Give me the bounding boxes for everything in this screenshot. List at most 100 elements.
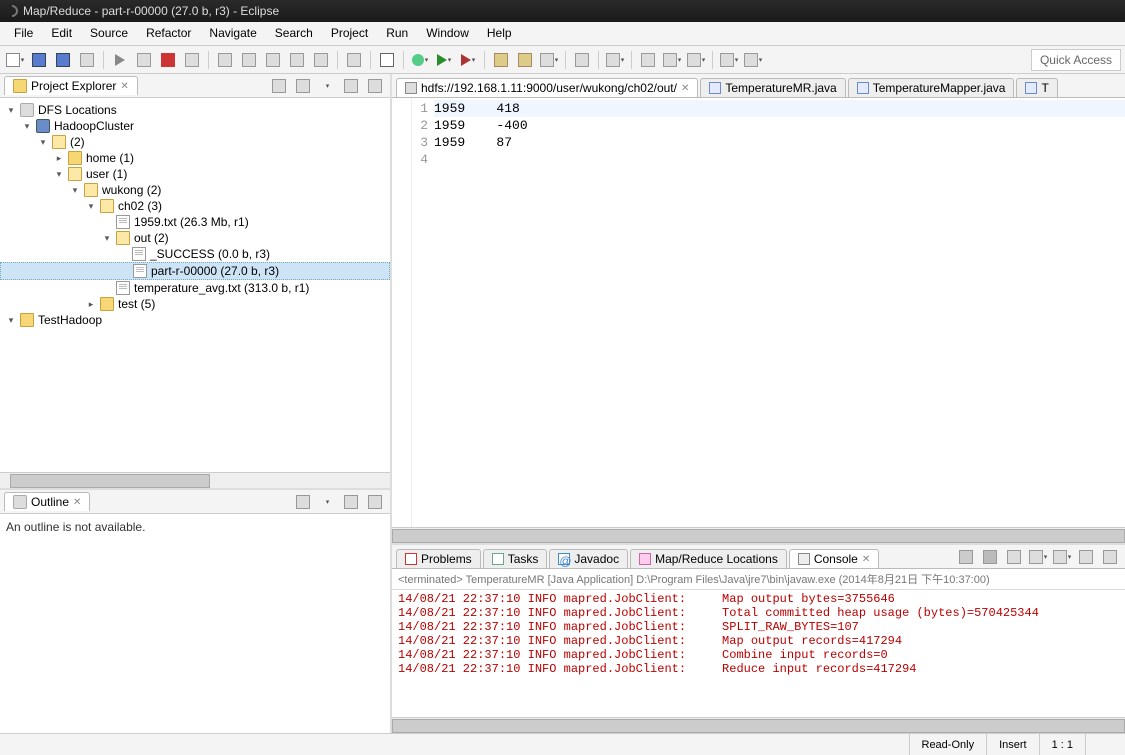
close-icon[interactable]: ✕	[862, 554, 870, 565]
project-explorer-hscroll[interactable]	[0, 472, 390, 488]
tree-node-tempavg[interactable]: temperature_avg.txt (313.0 b, r1)	[0, 280, 390, 296]
outline-menu-button[interactable]	[292, 491, 314, 513]
editor-hscroll[interactable]	[392, 527, 1125, 543]
search-button[interactable]: ▾	[604, 49, 626, 71]
minimize-view-button[interactable]	[340, 75, 362, 97]
console-open-button[interactable]: ▾	[1051, 546, 1073, 568]
step-filter-button[interactable]	[310, 49, 332, 71]
print-button[interactable]	[76, 49, 98, 71]
console-maximize-button[interactable]	[1099, 546, 1121, 568]
terminate-button[interactable]	[157, 49, 179, 71]
tree-node-home[interactable]: home (1)	[0, 150, 390, 166]
tab-tasks[interactable]: Tasks	[483, 549, 548, 568]
link-editor-button[interactable]	[292, 75, 314, 97]
close-icon[interactable]: ✕	[73, 497, 81, 508]
editor-tab-temperaturemr[interactable]: TemperatureMR.java	[700, 78, 845, 97]
console-minimize-button[interactable]	[1075, 546, 1097, 568]
console-pin-button[interactable]	[1003, 546, 1025, 568]
open-task-button[interactable]	[376, 49, 398, 71]
run-button[interactable]: ▾	[433, 49, 455, 71]
annotation-nav-button[interactable]: ▾	[661, 49, 683, 71]
step-over-button[interactable]	[238, 49, 260, 71]
console-display-button[interactable]: ▾	[1027, 546, 1049, 568]
toggle-mark-button[interactable]	[637, 49, 659, 71]
editor-tab-label: T	[1041, 81, 1048, 95]
project-explorer-title: Project Explorer	[31, 79, 116, 93]
new-button[interactable]: ▾	[4, 49, 26, 71]
menu-source[interactable]: Source	[82, 24, 136, 43]
menu-project[interactable]: Project	[323, 24, 376, 43]
maximize-view-button[interactable]	[364, 75, 386, 97]
step-return-button[interactable]	[262, 49, 284, 71]
view-menu-button[interactable]: ▾	[316, 75, 338, 97]
menu-window[interactable]: Window	[418, 24, 477, 43]
run-last-button[interactable]: ▾	[457, 49, 479, 71]
editor-body[interactable]: 1 2 3 4 1959 4181959 -4001959 87	[392, 98, 1125, 527]
tree-node-out[interactable]: out (2)	[0, 230, 390, 246]
console-output[interactable]: 14/08/21 22:37:10 INFO mapred.JobClient:…	[392, 590, 1125, 717]
editor-tab-hdfs[interactable]: hdfs://192.168.1.11:9000/user/wukong/ch0…	[396, 78, 698, 97]
annotation-prev-button[interactable]: ▾	[685, 49, 707, 71]
remove-all-button[interactable]	[979, 546, 1001, 568]
new-package-button[interactable]	[514, 49, 536, 71]
outline-tab[interactable]: Outline ✕	[4, 492, 90, 511]
tree-node-testhadoop[interactable]: TestHadoop	[0, 312, 390, 328]
tree-node-user[interactable]: user (1)	[0, 166, 390, 182]
menu-refactor[interactable]: Refactor	[138, 24, 199, 43]
resume-button[interactable]	[109, 49, 131, 71]
new-java-project-button[interactable]	[490, 49, 512, 71]
tree-node-ch02[interactable]: ch02 (3)	[0, 198, 390, 214]
close-icon[interactable]: ✕	[120, 81, 128, 92]
tree-node-1959txt[interactable]: 1959.txt (26.3 Mb, r1)	[0, 214, 390, 230]
dfs-icon	[20, 103, 34, 117]
problems-icon	[405, 553, 417, 565]
menu-file[interactable]: File	[6, 24, 41, 43]
save-button[interactable]	[28, 49, 50, 71]
remove-launch-button[interactable]	[955, 546, 977, 568]
forward-button[interactable]: ▾	[742, 49, 764, 71]
menu-bar: File Edit Source Refactor Navigate Searc…	[0, 22, 1125, 46]
tree-node-root[interactable]: (2)	[0, 134, 390, 150]
tab-javadoc[interactable]: @Javadoc	[549, 549, 628, 568]
tab-mapreduce-locations[interactable]: Map/Reduce Locations	[630, 549, 787, 568]
suspend-button[interactable]	[133, 49, 155, 71]
tree-node-cluster[interactable]: HadoopCluster	[0, 118, 390, 134]
menu-help[interactable]: Help	[479, 24, 520, 43]
outline-maximize-button[interactable]	[364, 491, 386, 513]
new-class-button[interactable]: ▾	[538, 49, 560, 71]
editor-ruler	[392, 98, 412, 527]
quick-access-input[interactable]: Quick Access	[1031, 49, 1121, 71]
open-type-button[interactable]	[571, 49, 593, 71]
tree-node-test[interactable]: test (5)	[0, 296, 390, 312]
menu-navigate[interactable]: Navigate	[201, 24, 264, 43]
status-bar: Read-Only Insert 1 : 1	[0, 733, 1125, 755]
editor-content[interactable]: 1959 4181959 -4001959 87	[434, 98, 1125, 527]
menu-edit[interactable]: Edit	[43, 24, 80, 43]
tab-problems[interactable]: Problems	[396, 549, 481, 568]
editor-tab-t[interactable]: T	[1016, 78, 1057, 97]
disconnect-button[interactable]	[181, 49, 203, 71]
tab-console[interactable]: Console✕	[789, 549, 879, 568]
outline-minimize-button[interactable]	[340, 491, 362, 513]
drop-frame-button[interactable]	[286, 49, 308, 71]
close-icon[interactable]: ✕	[681, 83, 689, 94]
editor-tab-label: TemperatureMR.java	[725, 81, 836, 95]
project-explorer-tree[interactable]: DFS Locations HadoopCluster (2) home (1)…	[0, 98, 390, 472]
tree-node-wukong[interactable]: wukong (2)	[0, 182, 390, 198]
editor-tab-temperaturemapper[interactable]: TemperatureMapper.java	[848, 78, 1015, 97]
outline-view-menu[interactable]: ▾	[316, 491, 338, 513]
save-all-button[interactable]	[52, 49, 74, 71]
tree-node-part-r-00000[interactable]: part-r-00000 (27.0 b, r3)	[0, 262, 390, 280]
step-into-button[interactable]	[214, 49, 236, 71]
tree-node-dfs-locations[interactable]: DFS Locations	[0, 102, 390, 118]
collapse-all-button[interactable]	[268, 75, 290, 97]
back-button[interactable]: ▾	[718, 49, 740, 71]
skip-breakpoints-button[interactable]	[343, 49, 365, 71]
console-hscroll[interactable]	[392, 717, 1125, 733]
debug-button[interactable]: ▾	[409, 49, 431, 71]
menu-run[interactable]: Run	[378, 24, 416, 43]
folder-icon	[52, 135, 66, 149]
tree-node-success[interactable]: _SUCCESS (0.0 b, r3)	[0, 246, 390, 262]
project-explorer-tab[interactable]: Project Explorer ✕	[4, 76, 138, 95]
menu-search[interactable]: Search	[267, 24, 321, 43]
